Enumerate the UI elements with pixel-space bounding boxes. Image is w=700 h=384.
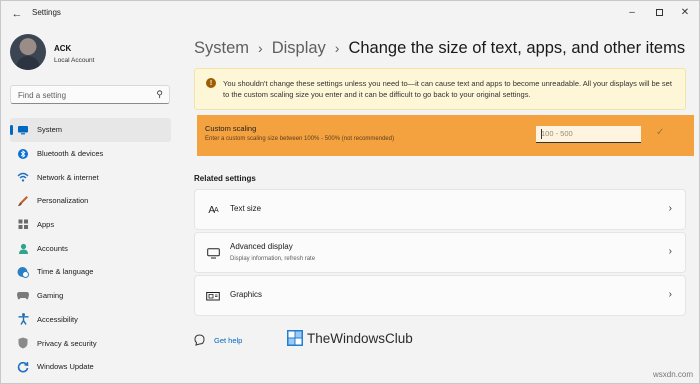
apps-icon — [17, 219, 29, 231]
custom-scaling-description: Enter a custom scaling size between 100%… — [205, 136, 395, 142]
sidebar-item-label: Apps — [37, 220, 55, 230]
system-icon — [17, 124, 29, 136]
graphics-card[interactable]: Graphics › — [194, 275, 686, 316]
watermark-text: TheWindowsClub — [307, 330, 413, 346]
app-title: Settings — [32, 8, 61, 17]
checkmark-icon[interactable]: ✓ — [656, 127, 664, 138]
chevron-right-icon: › — [668, 289, 672, 300]
text-size-card[interactable]: AA Text size › — [194, 189, 686, 230]
wifi-icon — [17, 171, 29, 183]
sidebar-item-network[interactable]: Network & internet — [10, 165, 171, 189]
get-help-link[interactable]: Get help — [194, 334, 242, 346]
sidebar-item-label: Accounts — [37, 243, 68, 253]
help-icon — [194, 334, 206, 346]
breadcrumb-display[interactable]: Display — [272, 39, 326, 58]
gamepad-icon — [17, 290, 29, 302]
custom-scaling-field[interactable] — [536, 126, 641, 143]
person-icon — [17, 242, 29, 254]
advanced-display-card[interactable]: Advanced display Display information, re… — [194, 232, 686, 273]
globe-clock-icon — [17, 266, 29, 278]
corner-watermark: wsxdn.com — [652, 370, 693, 379]
title-bar: ← Settings – ✕ — [1, 1, 699, 27]
sidebar-item-time-language[interactable]: Time & language — [10, 260, 171, 284]
warning-banner: ! You shouldn't change these settings un… — [194, 68, 686, 110]
chevron-right-icon: › — [258, 40, 263, 56]
minimize-icon: – — [629, 6, 635, 18]
close-icon: ✕ — [680, 6, 690, 18]
back-button[interactable]: ← — [9, 6, 25, 22]
text-size-icon: AA — [208, 204, 218, 216]
sidebar-item-label: Accessibility — [37, 314, 78, 324]
warning-icon: ! — [206, 78, 216, 88]
sidebar-item-label: Windows Update — [37, 362, 94, 372]
settings-window: ← Settings – ✕ ACK Local Account ⚲ Syste… — [0, 0, 700, 384]
profile-account-type: Local Account — [54, 57, 95, 64]
sidebar-item-label: System — [37, 125, 63, 135]
sidebar-item-privacy[interactable]: Privacy & security — [10, 331, 171, 355]
maximize-icon — [655, 8, 663, 16]
sidebar-item-label: Time & language — [37, 267, 94, 277]
page-title: Change the size of text, apps, and other… — [348, 38, 686, 57]
warning-text: You shouldn't change these settings unle… — [223, 79, 672, 99]
monitor-icon — [205, 246, 221, 260]
profile-name: ACK — [54, 44, 72, 53]
custom-scaling-input[interactable] — [541, 129, 636, 138]
text-caret — [541, 129, 542, 139]
chevron-right-icon: › — [668, 246, 672, 257]
chevron-right-icon: › — [668, 203, 672, 214]
sidebar-item-accounts[interactable]: Accounts — [10, 236, 171, 260]
search-input[interactable] — [18, 89, 148, 101]
chevron-right-icon: › — [334, 40, 340, 56]
graphics-icon — [205, 289, 221, 303]
sidebar-item-windows-update[interactable]: Windows Update — [10, 355, 171, 379]
related-settings-heading: Related settings — [194, 174, 256, 183]
get-help-label: Get help — [214, 335, 243, 345]
sidebar-item-label: Personalization — [37, 196, 89, 206]
sidebar-item-label: Bluetooth & devices — [37, 149, 104, 159]
graphics-label: Graphics — [230, 290, 263, 299]
sidebar-item-label: Gaming — [37, 291, 64, 301]
back-arrow-icon: ← — [11, 8, 23, 20]
breadcrumb-system[interactable]: System — [194, 39, 249, 58]
update-icon — [17, 361, 29, 373]
accessibility-icon — [17, 313, 29, 326]
sidebar-item-label: Privacy & security — [37, 338, 97, 348]
advanced-display-label: Advanced display — [230, 242, 293, 251]
advanced-display-description: Display information, refresh rate — [230, 256, 316, 262]
search-icon[interactable]: ⚲ — [156, 89, 163, 100]
shield-icon — [17, 337, 29, 349]
text-size-label: Text size — [230, 204, 262, 213]
maximize-button[interactable] — [649, 4, 669, 20]
sidebar-item-accessibility[interactable]: Accessibility — [10, 308, 171, 332]
minimize-button[interactable]: – — [622, 4, 642, 20]
search-box[interactable]: ⚲ — [10, 85, 170, 104]
sidebar-nav: System Bluetooth & devices Network & int… — [10, 118, 171, 379]
sidebar-item-system[interactable]: System — [10, 118, 171, 142]
bluetooth-icon — [17, 148, 29, 160]
close-button[interactable]: ✕ — [675, 4, 695, 20]
avatar[interactable] — [10, 34, 46, 70]
watermark: TheWindowsClub — [287, 330, 413, 346]
sidebar-item-bluetooth[interactable]: Bluetooth & devices — [10, 142, 171, 166]
sidebar-item-apps[interactable]: Apps — [10, 213, 171, 237]
breadcrumb: System › Display › Change the size of te… — [194, 37, 685, 59]
windows-club-logo-icon — [287, 330, 303, 346]
custom-scaling-title: Custom scaling — [205, 124, 257, 133]
sidebar-item-personalization[interactable]: Personalization — [10, 189, 171, 213]
sidebar-item-gaming[interactable]: Gaming — [10, 284, 171, 308]
sidebar-item-label: Network & internet — [37, 172, 99, 182]
custom-scaling-card: Custom scaling Enter a custom scaling si… — [197, 115, 694, 156]
brush-icon — [17, 195, 29, 207]
